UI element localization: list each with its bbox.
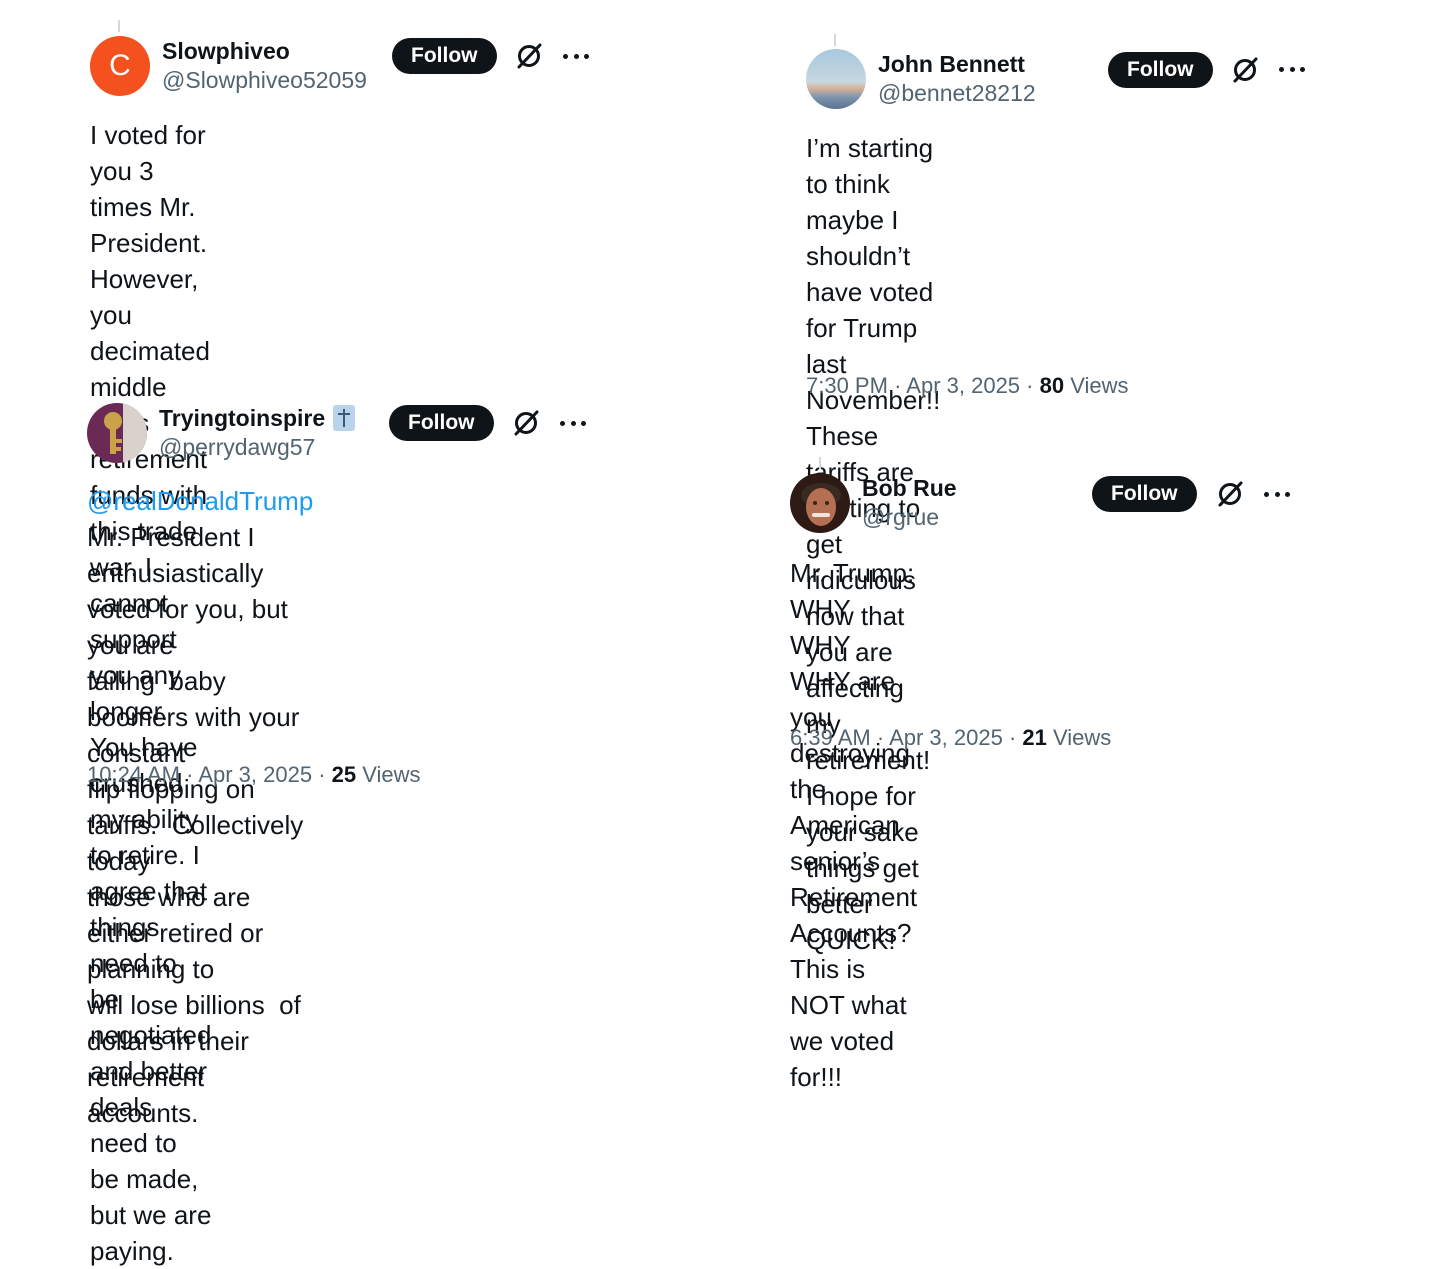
author-block: Bob Rue @rgrue bbox=[862, 474, 957, 532]
avatar-portrait-image bbox=[790, 473, 850, 533]
post-date[interactable]: Apr 3, 2025 bbox=[889, 725, 1003, 750]
display-name[interactable]: Bob Rue bbox=[862, 474, 957, 502]
grok-icon[interactable] bbox=[511, 408, 541, 438]
grok-icon[interactable] bbox=[1215, 479, 1245, 509]
avatar-sky-image bbox=[806, 49, 866, 109]
post-date[interactable]: Apr 3, 2025 bbox=[198, 762, 312, 787]
post-meta: 7:30 PM · Apr 3, 2025 · 80 Views bbox=[806, 373, 1129, 398]
more-icon[interactable] bbox=[563, 52, 589, 60]
avatar-letter: C bbox=[109, 49, 131, 82]
post-time[interactable]: 10:24 AM bbox=[87, 762, 180, 787]
display-name[interactable]: Slowphiveo bbox=[162, 37, 367, 65]
author-block: Slowphiveo @Slowphiveo52059 bbox=[162, 37, 367, 95]
avatar[interactable]: C bbox=[90, 36, 150, 96]
follow-button[interactable]: Follow bbox=[389, 405, 494, 441]
handle[interactable]: @rgrue bbox=[862, 502, 957, 532]
avatar[interactable] bbox=[87, 403, 147, 463]
views-label: Views bbox=[1053, 725, 1112, 750]
handle[interactable]: @perrydawg57 bbox=[159, 432, 355, 462]
more-icon[interactable] bbox=[1279, 65, 1305, 73]
thread-line bbox=[118, 20, 120, 32]
grok-icon[interactable] bbox=[1230, 55, 1260, 85]
avatar[interactable] bbox=[806, 49, 866, 109]
views-label: Views bbox=[362, 762, 421, 787]
follow-button[interactable]: Follow bbox=[1108, 52, 1213, 88]
display-name[interactable]: John Bennett bbox=[878, 50, 1036, 78]
post-meta: 6:39 AM · Apr 3, 2025 · 21 Views bbox=[790, 725, 1112, 750]
views-count: 21 bbox=[1022, 725, 1047, 750]
avatar-key-image bbox=[87, 403, 147, 463]
follow-button[interactable]: Follow bbox=[392, 38, 497, 74]
post-text: Mr. Trump: WHY WHY WHY are you destroyin… bbox=[790, 558, 918, 1092]
handle[interactable]: @Slowphiveo52059 bbox=[162, 65, 367, 95]
author-block: John Bennett @bennet28212 bbox=[878, 50, 1036, 108]
post-text: @realDonaldTrump Mr. President I enthusi… bbox=[87, 486, 314, 1128]
views-label: Views bbox=[1070, 373, 1129, 398]
post-time[interactable]: 6:39 AM bbox=[790, 725, 871, 750]
post-meta: 10:24 AM · Apr 3, 2025 · 25 Views bbox=[87, 762, 421, 787]
grok-icon[interactable] bbox=[514, 41, 544, 71]
thread-line bbox=[819, 457, 821, 469]
cross-emoji-icon bbox=[333, 405, 356, 431]
handle[interactable]: @bennet28212 bbox=[878, 78, 1036, 108]
mention-link[interactable]: @realDonaldTrump bbox=[87, 486, 313, 516]
avatar[interactable] bbox=[790, 473, 850, 533]
thread-line bbox=[834, 34, 836, 46]
author-block: Tryingtoinspire @perrydawg57 bbox=[159, 404, 356, 462]
post-time[interactable]: 7:30 PM bbox=[806, 373, 888, 398]
views-count: 25 bbox=[331, 762, 357, 787]
more-icon[interactable] bbox=[560, 419, 586, 427]
post-date[interactable]: Apr 3, 2025 bbox=[906, 373, 1020, 398]
display-name[interactable]: Tryingtoinspire bbox=[159, 404, 356, 432]
more-icon[interactable] bbox=[1264, 490, 1290, 498]
follow-button[interactable]: Follow bbox=[1092, 476, 1197, 512]
views-count: 80 bbox=[1039, 373, 1065, 398]
